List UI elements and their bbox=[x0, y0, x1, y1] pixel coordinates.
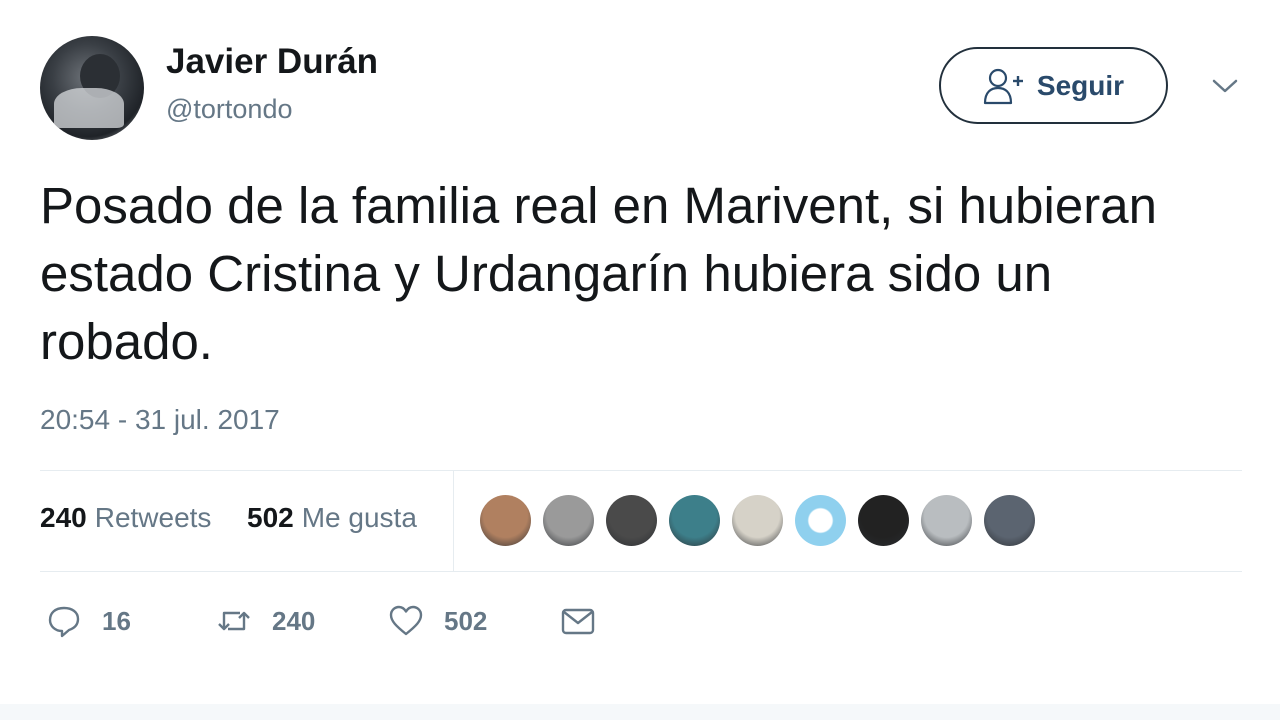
retweets-count: 240 bbox=[40, 502, 87, 533]
tweet-timestamp[interactable]: 20:54 - 31 jul. 2017 bbox=[40, 404, 280, 436]
likers-avatar-row bbox=[480, 495, 1035, 546]
profile-avatar[interactable] bbox=[40, 36, 144, 140]
likes-stat[interactable]: 502 Me gusta bbox=[247, 502, 417, 534]
follow-button[interactable]: Seguir bbox=[939, 47, 1168, 124]
likes-count: 502 bbox=[247, 502, 294, 533]
reply-icon bbox=[48, 606, 80, 638]
liker-avatar[interactable] bbox=[795, 495, 846, 546]
follow-button-label: Seguir bbox=[1036, 69, 1125, 101]
liker-avatar[interactable] bbox=[732, 495, 783, 546]
reply-button[interactable]: 16 bbox=[46, 598, 131, 644]
avatar-foreground-shape bbox=[54, 88, 124, 128]
envelope-icon bbox=[561, 608, 595, 635]
retweets-label: Retweets bbox=[94, 502, 212, 533]
user-handle[interactable]: @tortondo bbox=[166, 94, 292, 125]
liker-avatar[interactable] bbox=[858, 495, 909, 546]
bottom-edge bbox=[0, 704, 1280, 720]
retweet-icon bbox=[218, 611, 250, 631]
retweet-button[interactable]: 240 bbox=[216, 598, 315, 644]
liker-avatar[interactable] bbox=[984, 495, 1035, 546]
like-button[interactable]: 502 bbox=[388, 598, 487, 644]
add-user-icon bbox=[983, 68, 1023, 104]
like-count: 502 bbox=[444, 605, 488, 636]
retweet-count: 240 bbox=[272, 605, 316, 636]
liker-avatar[interactable] bbox=[543, 495, 594, 546]
divider-bottom bbox=[40, 571, 1242, 572]
liker-avatar[interactable] bbox=[606, 495, 657, 546]
reply-count: 16 bbox=[102, 605, 131, 636]
chevron-down-icon[interactable] bbox=[1210, 74, 1240, 98]
divider-top bbox=[40, 470, 1242, 471]
retweets-stat[interactable]: 240 Retweets bbox=[40, 502, 211, 534]
stats-divider bbox=[453, 471, 454, 571]
liker-avatar[interactable] bbox=[480, 495, 531, 546]
heart-icon bbox=[389, 605, 423, 636]
tweet-text: Posado de la familia real en Marivent, s… bbox=[40, 177, 1157, 370]
liker-avatar[interactable] bbox=[669, 495, 720, 546]
likes-label: Me gusta bbox=[301, 502, 417, 533]
liker-avatar[interactable] bbox=[921, 495, 972, 546]
direct-message-button[interactable] bbox=[560, 598, 596, 644]
user-name[interactable]: Javier Durán bbox=[166, 42, 378, 82]
